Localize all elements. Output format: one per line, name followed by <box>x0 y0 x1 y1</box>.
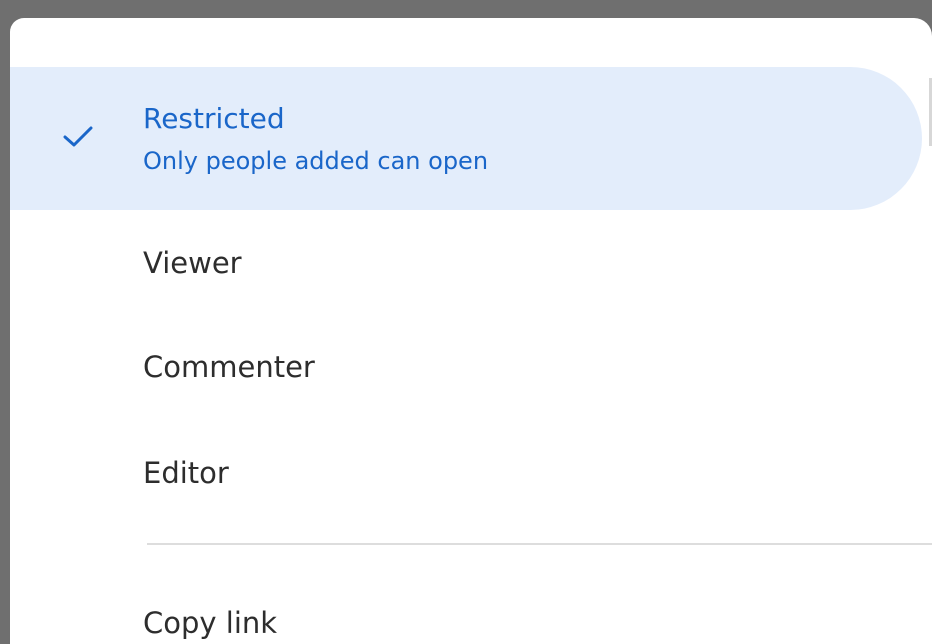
access-menu-sheet: Restricted Only people added can open Vi… <box>10 18 932 644</box>
menu-item-restricted[interactable]: Restricted Only people added can open <box>10 67 922 210</box>
menu-divider <box>147 543 932 545</box>
menu-item-viewer[interactable]: Viewer <box>10 228 922 300</box>
menu-item-editor[interactable]: Editor <box>10 438 922 510</box>
menu-item-editor-label: Editor <box>143 456 229 490</box>
menu-item-restricted-subtitle: Only people added can open <box>143 147 489 175</box>
menu-item-commenter-label: Commenter <box>143 350 315 384</box>
menu-item-commenter[interactable]: Commenter <box>10 332 922 404</box>
menu-item-viewer-label: Viewer <box>143 246 242 280</box>
menu-item-copy-link-label: Copy link <box>143 606 278 640</box>
checkmark-icon <box>61 119 95 153</box>
menu-item-copy-link[interactable]: Copy link <box>10 588 922 644</box>
menu-item-restricted-title: Restricted <box>143 102 285 135</box>
